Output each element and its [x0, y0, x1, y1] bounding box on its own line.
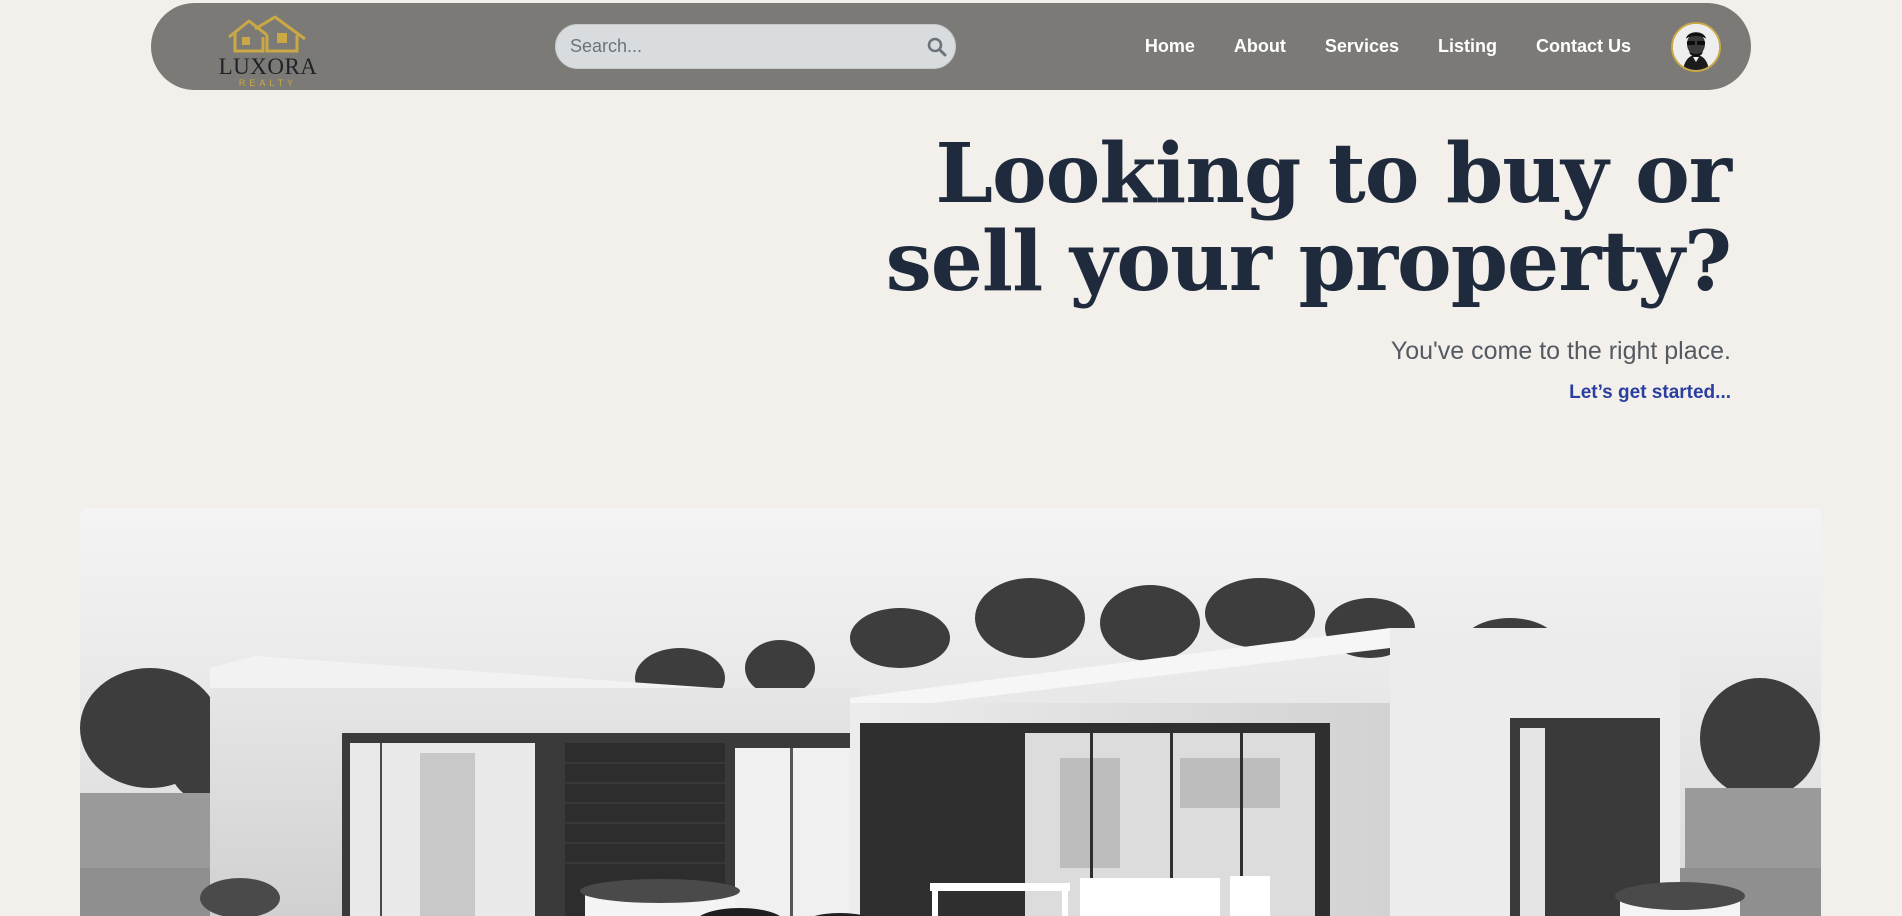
nav-listing[interactable]: Listing: [1438, 36, 1497, 57]
house-photo-illustration: [80, 508, 1821, 916]
search-input[interactable]: [570, 25, 910, 68]
hero-title-line-1: Looking to buy or: [935, 126, 1732, 222]
get-started-link[interactable]: Let’s get started...: [1569, 382, 1731, 404]
hero-title: Looking to buy or sell your property?: [831, 126, 1732, 310]
nav-services[interactable]: Services: [1325, 36, 1399, 57]
search-bar: [555, 24, 956, 69]
user-avatar[interactable]: [1671, 22, 1721, 72]
navbar: LUXORA REALTY Home About Services Listin…: [151, 3, 1751, 90]
hero-house-image: [80, 508, 1821, 916]
brand-tagline: REALTY: [238, 78, 298, 88]
hero-subtitle: You've come to the right place.: [1390, 337, 1731, 365]
nav-home[interactable]: Home: [1145, 36, 1195, 57]
houses-icon: [228, 15, 306, 53]
search-icon[interactable]: [927, 37, 947, 57]
hero-title-line-2: sell your property?: [885, 214, 1732, 310]
nav-about[interactable]: About: [1234, 36, 1286, 57]
nav-contact-us[interactable]: Contact Us: [1536, 36, 1631, 57]
brand-logo[interactable]: LUXORA REALTY: [213, 11, 323, 88]
nav-links: Home About Services Listing Contact Us: [1145, 3, 1631, 90]
brand-name: LUXORA: [218, 54, 318, 79]
avatar-portrait-icon: [1673, 24, 1719, 70]
